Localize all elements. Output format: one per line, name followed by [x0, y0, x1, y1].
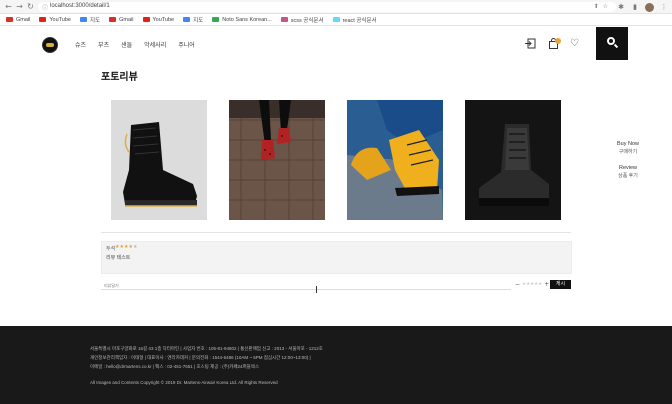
bookmark-icon [280, 17, 288, 22]
submit-review-button[interactable]: 게시 [550, 280, 571, 289]
search-button[interactable] [596, 27, 628, 60]
review-text: 리뷰 테스트 [106, 255, 131, 261]
bookmark-label: react 공식문서 [342, 17, 377, 24]
forward-icon[interactable]: → [15, 2, 24, 11]
nav-item-shoes[interactable]: 슈즈 [75, 40, 86, 49]
bookmark-label: 지도 [193, 17, 204, 24]
review-photo-2[interactable] [229, 100, 325, 220]
review-author: 두석 [106, 246, 116, 252]
address-bar[interactable]: ⓘ localhost:3000/detail/1 ⬆☆ [38, 2, 616, 12]
footer: 서울특별시 마포구양화로 16길 43 1층 닥터마틴 | 사업자 번호 : 1… [0, 326, 672, 404]
bookmark-icon [80, 17, 87, 22]
menu-icon[interactable]: ⋮ [660, 3, 668, 11]
footer-email: 이메일 : hello@drmartens.co.kr | 팩스 : 02-45… [90, 364, 260, 369]
nav-item-sandals[interactable]: 샌들 [121, 40, 132, 49]
url-text[interactable]: localhost:3000/detail/1 [50, 3, 110, 9]
review-link[interactable]: Review 상품 후기 [608, 165, 648, 179]
review-rating-stars: ★★★★★ [115, 244, 137, 250]
brand-logo[interactable] [42, 37, 58, 53]
bookmark-item[interactable]: Gmail [6, 17, 30, 23]
footer-contact: 개인정보관리책임자 : 이태형 | 대표이사 : 엔라카데커 | 문의전화 : … [90, 355, 311, 360]
bookmark-label: YouTube [49, 16, 71, 23]
divider [101, 232, 571, 233]
sidebar-icon[interactable]: ▮ [631, 3, 639, 11]
bookmark-icon [142, 17, 150, 22]
side-quick-links: Buy Now 구매하기 Review 상품 후기 [608, 141, 648, 179]
rating-picker: − ★★★★★ + [515, 281, 549, 288]
page-title: 포토리뷰 [101, 72, 138, 83]
profile-avatar[interactable] [645, 2, 654, 12]
main-nav: 슈즈 부츠 샌들 악세사리 주니어 [75, 40, 195, 49]
bookmark-item[interactable]: YouTube [142, 16, 175, 23]
review-photo-4[interactable] [465, 100, 561, 220]
bookmark-icon [109, 17, 117, 22]
login-icon[interactable] [525, 38, 536, 49]
back-icon[interactable]: ← [4, 2, 13, 11]
bookmark-label: scss 공식문서 [290, 17, 324, 24]
rating-increase-button[interactable]: + [544, 281, 549, 288]
buy-now-link[interactable]: Buy Now 구매하기 [608, 141, 648, 155]
rating-decrease-button[interactable]: − [515, 281, 520, 288]
bookmark-item[interactable]: 지도 [80, 16, 100, 24]
browser-toolbar: ← → ↻ ⓘ localhost:3000/detail/1 ⬆☆ ✱ ▮ ⋮ [0, 0, 672, 14]
review-input[interactable] [101, 282, 511, 290]
nav-item-boots[interactable]: 부츠 [98, 40, 109, 49]
review-card: 두석 ★★★★★ 리뷰 테스트 [101, 241, 572, 274]
site-header: 슈즈 부츠 샌들 악세사리 주니어 ♡ [0, 27, 672, 61]
bookmark-item[interactable]: Gmail [109, 16, 134, 23]
bookmark-item[interactable]: react 공식문서 [332, 16, 377, 24]
footer-address: 서울특별시 마포구양화로 16길 43 1층 닥터마틴 | 사업자 번호 : 1… [90, 346, 323, 351]
extensions-icon[interactable]: ✱ [617, 3, 625, 11]
info-icon[interactable]: ⓘ [42, 3, 48, 12]
text-cursor [316, 286, 320, 293]
cart-badge [555, 38, 561, 44]
reload-icon[interactable]: ↻ [26, 2, 35, 11]
address-bar-icons[interactable]: ⬆☆ [594, 3, 612, 10]
heart-icon[interactable]: ♡ [569, 38, 580, 49]
bookmark-item[interactable]: 지도 [183, 16, 203, 24]
bookmark-icon [212, 17, 220, 22]
nav-item-junior[interactable]: 주니어 [178, 40, 195, 49]
bookmark-icon [183, 17, 191, 22]
bookmark-icon [332, 17, 340, 22]
rating-stars[interactable]: ★★★★★ [522, 282, 542, 287]
bookmark-item[interactable]: YouTube [39, 17, 71, 23]
star-icon: ★ [132, 244, 138, 250]
bookmarks-bar: Gmail YouTube 지도 Gmail YouTube 지도 Noto Sans Ko… [0, 14, 672, 26]
bookmark-label: 지도 [90, 17, 101, 24]
bookmark-item[interactable]: scss 공식문서 [280, 16, 324, 24]
bookmark-label: Gmail [16, 16, 31, 23]
review-photo-3[interactable] [347, 100, 443, 220]
bookmark-label: Gmail [119, 16, 134, 23]
bookmark-item[interactable]: Noto Sans Korean... [212, 17, 272, 23]
nav-item-accessories[interactable]: 악세사리 [144, 40, 166, 49]
bookmark-label: YouTube [152, 16, 175, 23]
bookmark-icon [39, 17, 47, 22]
search-icon [607, 37, 615, 45]
review-photo-1[interactable] [111, 100, 207, 220]
bookmark-icon [6, 17, 13, 22]
footer-copyright: All Images and Contents Copyright © 2019… [90, 380, 278, 385]
bookmark-label: Noto Sans Korean... [222, 16, 272, 23]
